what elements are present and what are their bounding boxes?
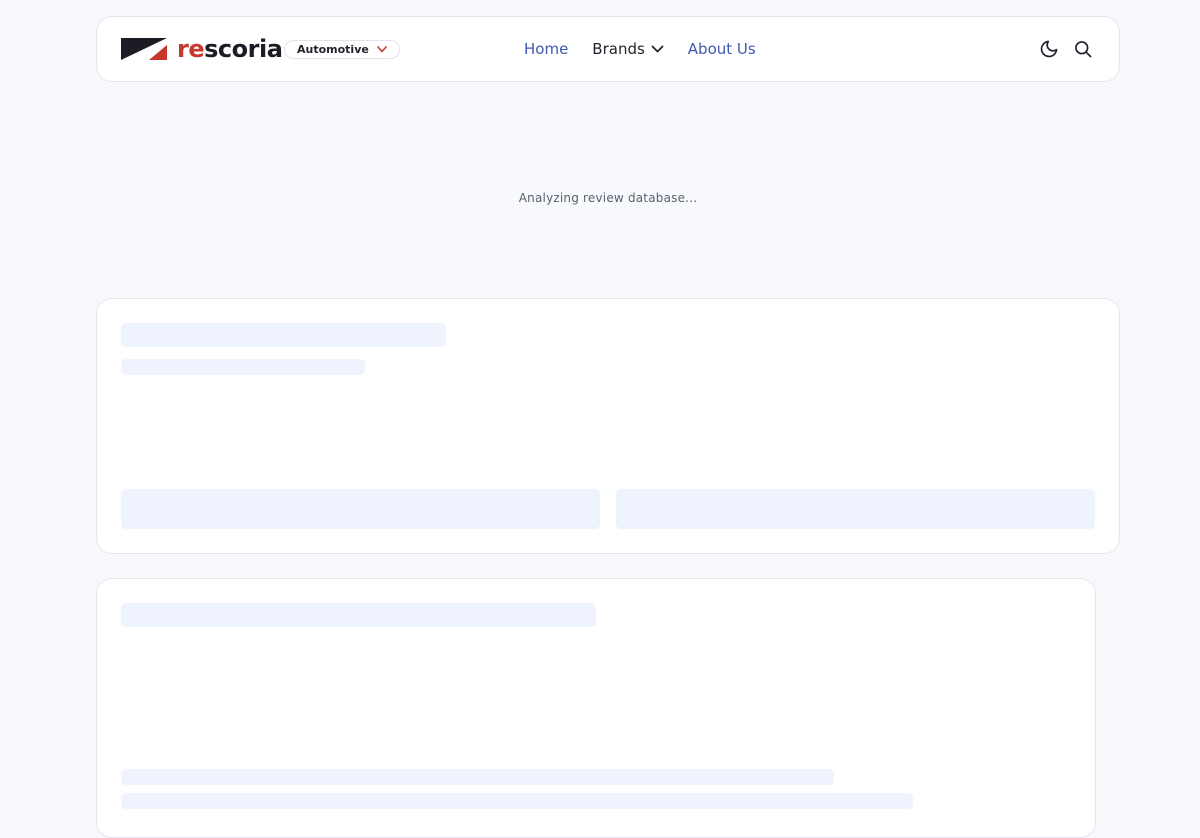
skeleton-block-left xyxy=(121,489,600,529)
brand-name-rest: scoria xyxy=(204,35,283,63)
moon-icon xyxy=(1040,40,1058,58)
nav-link-brands-label: Brands xyxy=(592,40,645,58)
main-nav: Home Brands About Us xyxy=(524,17,756,81)
category-label: Automotive xyxy=(297,43,369,56)
skeleton-card xyxy=(96,298,1120,554)
skeleton-line xyxy=(121,769,834,785)
nav-link-brands[interactable]: Brands xyxy=(592,40,664,58)
brand-name-accent: re xyxy=(177,35,205,63)
skeleton-block-right xyxy=(616,489,1095,529)
top-navbar: rescoria Automotive Home Brands About Us xyxy=(96,16,1120,82)
nav-actions xyxy=(1037,17,1095,81)
chevron-down-icon xyxy=(651,45,664,52)
skeleton-title xyxy=(121,323,446,347)
nav-link-home[interactable]: Home xyxy=(524,40,568,58)
nav-link-about-us[interactable]: About Us xyxy=(688,40,756,58)
skeleton-subtitle xyxy=(121,359,365,375)
category-selector[interactable]: Automotive xyxy=(284,40,400,59)
skeleton-title xyxy=(121,603,596,627)
loading-message: Analyzing review database... xyxy=(518,191,698,205)
theme-toggle-button[interactable] xyxy=(1037,37,1061,61)
chevron-down-icon xyxy=(377,46,387,53)
search-icon xyxy=(1075,41,1092,58)
brand-logo[interactable]: rescoria xyxy=(121,17,283,81)
search-button[interactable] xyxy=(1071,37,1095,61)
logo-mark-icon xyxy=(121,38,167,60)
skeleton-card xyxy=(96,578,1096,838)
skeleton-line xyxy=(121,793,913,809)
brand-name: rescoria xyxy=(177,35,283,63)
